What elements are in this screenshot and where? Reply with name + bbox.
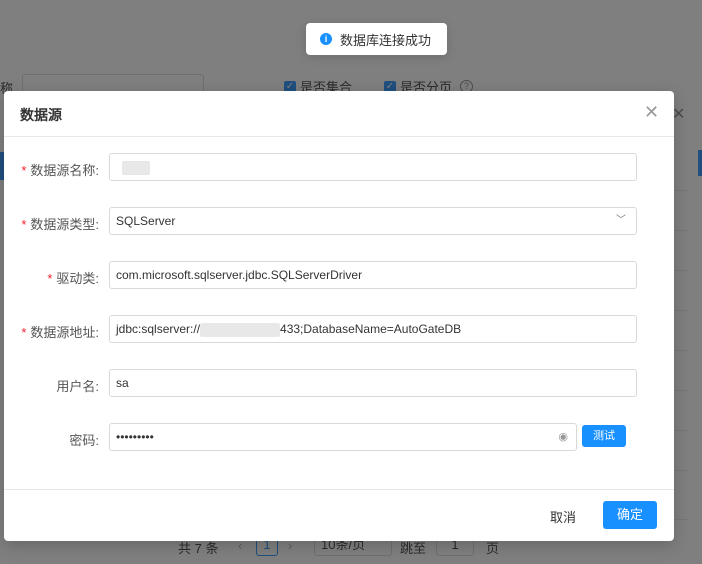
form-row-url: * 数据源地址: jdbc:sqlserver:// 433;DatabaseNam… (4, 315, 674, 345)
toast-message: 数据库连接成功 (340, 32, 432, 48)
required-mark: * (21, 325, 27, 340)
password-label: 密码: (69, 433, 99, 448)
driver-label: * 驱动类: (47, 268, 99, 287)
datasource-url-input[interactable]: jdbc:sqlserver:// 433;DatabaseName=AutoGa… (109, 315, 637, 343)
info-icon: i (320, 33, 332, 45)
name-label: * 数据源名称: (21, 160, 99, 179)
required-mark: * (21, 163, 27, 178)
required-mark: * (21, 217, 27, 232)
cancel-button[interactable]: 取消 (550, 507, 576, 526)
datasource-name-input[interactable] (109, 153, 637, 181)
required-mark: * (47, 271, 53, 286)
eye-icon[interactable]: ◉ (558, 424, 568, 450)
form-row-name: * 数据源名称: (4, 153, 674, 183)
type-label: * 数据源类型: (21, 214, 99, 233)
username-input[interactable]: sa (109, 369, 637, 397)
redacted-text (122, 160, 150, 175)
test-connection-button[interactable]: 测试 (582, 425, 626, 447)
form-row-username: 用户名: sa (4, 369, 674, 399)
dialog-header: 数据源 ✕ (4, 91, 674, 137)
driver-class-input[interactable]: com.microsoft.sqlserver.jdbc.SQLServerDr… (109, 261, 637, 289)
form-row-password: 密码: ••••••••• ◉ 测试 (4, 423, 674, 453)
redacted-text (200, 322, 281, 337)
ok-button[interactable]: 确定 (603, 501, 657, 529)
form-row-type: * 数据源类型: SQLServer ﹀ (4, 207, 674, 237)
url-prefix: jdbc:sqlserver:// (116, 322, 201, 336)
password-input[interactable]: ••••••••• ◉ (109, 423, 577, 451)
form-row-driver: * 驱动类: com.microsoft.sqlserver.jdbc.SQLSe… (4, 261, 674, 291)
driver-label-text: 驱动类: (56, 271, 99, 286)
close-icon[interactable]: ✕ (644, 102, 659, 122)
dialog-footer: 取消 确定 (4, 489, 674, 542)
type-label-text: 数据源类型: (30, 217, 99, 232)
url-suffix: 433;DatabaseName=AutoGateDB (280, 322, 462, 336)
dialog-title: 数据源 (20, 107, 62, 123)
datasource-type-select[interactable]: SQLServer ﹀ (109, 207, 637, 235)
url-label: * 数据源地址: (21, 322, 99, 341)
username-label: 用户名: (56, 379, 99, 394)
url-label-text: 数据源地址: (30, 325, 99, 340)
name-label-text: 数据源名称: (30, 163, 99, 178)
password-value: ••••••••• (116, 430, 154, 444)
type-value: SQLServer (116, 214, 176, 228)
chevron-down-icon: ﹀ (616, 215, 626, 226)
success-toast: i 数据库连接成功 (306, 23, 448, 55)
datasource-dialog: 数据源 ✕ * 数据源名称: * 数据源类型: SQLServer ﹀ * 驱动类: … (4, 91, 674, 541)
